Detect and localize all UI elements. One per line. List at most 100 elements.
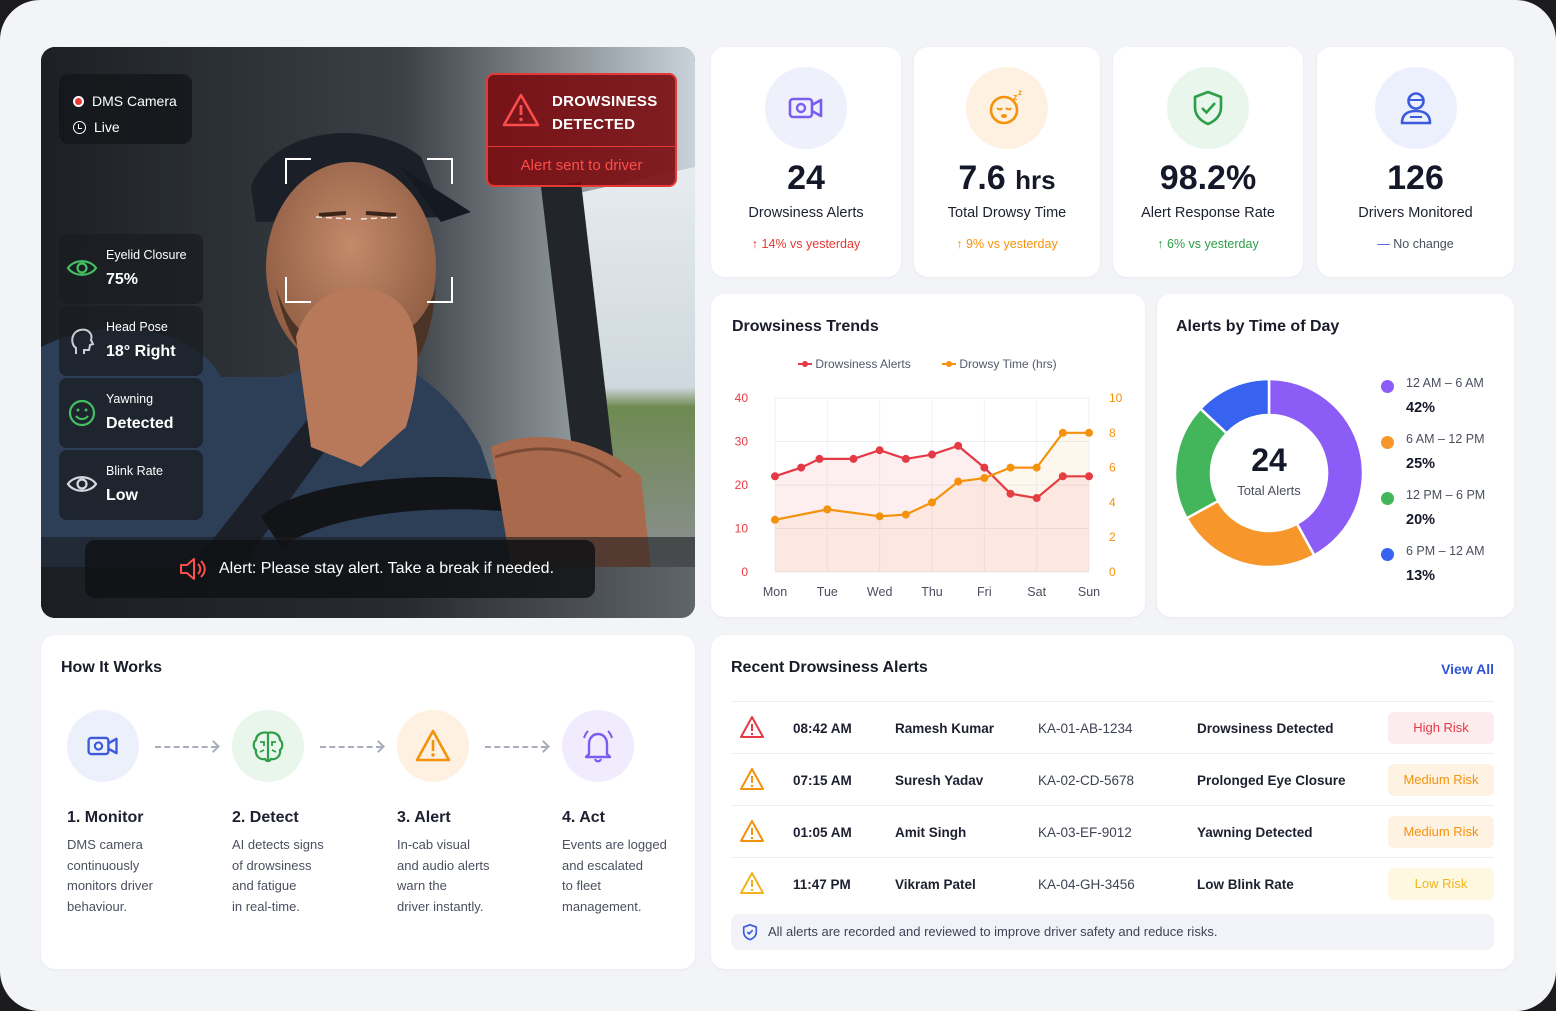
view-all-link[interactable]: View All <box>1441 661 1494 677</box>
legend-dot-icon <box>1381 436 1394 449</box>
risk-badge: Low Risk <box>1388 868 1494 900</box>
table-row[interactable]: 07:15 AM Suresh Yadav KA-02-CD-5678 Prolong… <box>731 753 1494 805</box>
banner-text: Alert: Please stay alert. Take a break i… <box>219 560 555 577</box>
stat-value: 7.6 <box>958 159 1006 197</box>
stat-value: 98.2% <box>1159 159 1257 197</box>
alert-title-line2: DETECTED <box>552 116 636 133</box>
warning-icon <box>740 768 764 790</box>
right-axis-tick: 2 <box>1109 530 1116 544</box>
x-axis-tick: Wed <box>867 585 893 599</box>
metric-label: Blink Rate <box>106 464 163 478</box>
step-desc-line: and fatigue <box>232 878 297 893</box>
warning-icon <box>415 729 451 762</box>
alert-vehicle: KA-02-CD-5678 <box>1038 773 1135 788</box>
camera-source-label: DMS Camera <box>92 93 177 109</box>
data-point <box>954 441 963 450</box>
step-act: 4. Act Events are logged and escalated to … <box>562 710 702 917</box>
stat-change: 14% vs yesterday <box>761 237 861 251</box>
dashboard: DMS Camera Live DROWSINESS DETECTED Aler… <box>0 0 1556 1011</box>
metric-value: Detected <box>106 415 174 432</box>
drowsiness-alert-box: DROWSINESS DETECTED Alert sent to driver <box>486 73 677 187</box>
table-row[interactable]: 01:05 AM Amit Singh KA-03-EF-9012 Yawning D… <box>731 805 1494 857</box>
alert-driver: Vikram Patel <box>895 877 976 892</box>
metric-blink-rate: Blink Rate Low <box>59 450 203 520</box>
flow-arrow-icon <box>320 746 382 748</box>
legend-category: 6 AM – 12 PM <box>1406 432 1485 446</box>
step-title: 2. Detect <box>232 809 299 826</box>
donut-center-value: 24 <box>1251 442 1287 478</box>
stat-label: Drowsiness Alerts <box>748 205 864 221</box>
note-text: All alerts are recorded and reviewed to … <box>768 924 1218 939</box>
stat-change: No change <box>1393 237 1454 251</box>
step-desc-line: warn the <box>397 878 447 893</box>
head-icon <box>71 328 95 354</box>
step-desc-line: in real-time. <box>232 898 300 914</box>
alerts-footer-note: All alerts are recorded and reviewed to … <box>731 914 1494 950</box>
step-desc-line: AI detects signs <box>232 837 324 852</box>
left-axis-tick: 30 <box>735 435 749 449</box>
warning-icon <box>740 872 764 894</box>
recent-alerts-card: Recent Drowsiness Alerts View All 08:42 … <box>711 635 1514 969</box>
alert-time: 08:42 AM <box>793 721 852 736</box>
legend-dot-icon <box>1381 548 1394 561</box>
data-point <box>823 505 832 514</box>
alert-vehicle: KA-01-AB-1234 <box>1038 721 1133 736</box>
alert-driver: Ramesh Kumar <box>895 721 995 736</box>
stat-change: 9% vs yesterday <box>966 237 1058 251</box>
step-desc-line: and audio alerts <box>397 857 490 873</box>
step-alert: 3. Alert In-cab visual and audio alerts wa… <box>397 710 537 917</box>
right-axis-tick: 0 <box>1109 565 1116 579</box>
legend-percent: 25% <box>1406 456 1436 472</box>
legend-dot-icon <box>1381 492 1394 505</box>
x-axis-tick: Tue <box>817 585 838 599</box>
warning-icon <box>502 93 540 127</box>
right-axis-tick: 8 <box>1109 426 1116 440</box>
live-clock-icon <box>73 121 86 134</box>
data-point <box>901 510 910 519</box>
data-point <box>875 446 884 455</box>
alert-time: 01:05 AM <box>793 825 852 840</box>
alert-title-line1: DROWSINESS <box>552 93 658 110</box>
camera-status-chip: DMS Camera Live <box>59 74 192 144</box>
left-axis-tick: 10 <box>735 522 749 536</box>
step-title: 3. Alert <box>397 809 451 826</box>
stat-drivers-monitored: 126 Drivers Monitored — No change <box>1317 47 1514 277</box>
warning-icon <box>740 716 764 738</box>
stat-drowsiness-alerts: 24 Drowsiness Alerts ↑ 14% vs yesterday <box>711 47 901 277</box>
legend-category: 12 AM – 6 AM <box>1406 376 1484 390</box>
x-axis-tick: Fri <box>977 585 992 599</box>
donut-slice <box>1184 499 1316 569</box>
step-desc-line: monitors driver <box>67 878 153 893</box>
trends-line-chart: 0 10 20 30 40 0 2 4 6 8 10 Mon Tue Wed Thu Fri Sat Sun <box>735 391 1123 599</box>
dms-camera-feed[interactable]: DMS Camera Live DROWSINESS DETECTED Aler… <box>41 47 695 618</box>
left-axis-tick: 20 <box>735 478 749 492</box>
step-desc-line: driver instantly. <box>397 898 484 914</box>
step-desc-line: continuously <box>67 857 140 873</box>
left-axis-tick: 40 <box>735 391 749 405</box>
alert-event: Low Blink Rate <box>1197 877 1294 892</box>
table-row[interactable]: 08:42 AM Ramesh Kumar KA-01-AB-1234 Drowsin… <box>731 701 1494 753</box>
legend-category: 6 PM – 12 AM <box>1406 544 1485 558</box>
drowsiness-trends-card: Drowsiness Trends Drowsiness Alerts Drow… <box>711 294 1145 617</box>
legend-percent: 20% <box>1406 512 1436 528</box>
step-title: 1. Monitor <box>67 809 144 826</box>
stat-response-rate: 98.2% Alert Response Rate ↑ 6% vs yester… <box>1113 47 1303 277</box>
alert-event: Prolonged Eye Closure <box>1197 773 1346 788</box>
driver-alert-banner: Alert: Please stay alert. Take a break i… <box>85 540 595 598</box>
data-point <box>901 454 910 463</box>
donut-center-label: Total Alerts <box>1237 483 1301 498</box>
step-desc-line: In-cab visual <box>397 837 470 852</box>
right-axis-tick: 4 <box>1109 495 1116 509</box>
table-row[interactable]: 11:47 PM Vikram Patel KA-04-GH-3456 Low Bli… <box>731 857 1494 909</box>
step-desc-line: DMS camera <box>67 837 143 852</box>
recent-title: Recent Drowsiness Alerts <box>731 659 928 676</box>
metric-value: 18° Right <box>106 343 176 360</box>
data-point <box>771 515 779 524</box>
driver-icon <box>1400 92 1431 125</box>
risk-badge: High Risk <box>1388 712 1494 744</box>
how-title: How It Works <box>61 659 163 676</box>
legend-percent: 42% <box>1406 400 1436 416</box>
flow-arrow-icon <box>485 746 547 748</box>
data-point <box>954 477 963 486</box>
alert-vehicle: KA-04-GH-3456 <box>1038 877 1135 892</box>
